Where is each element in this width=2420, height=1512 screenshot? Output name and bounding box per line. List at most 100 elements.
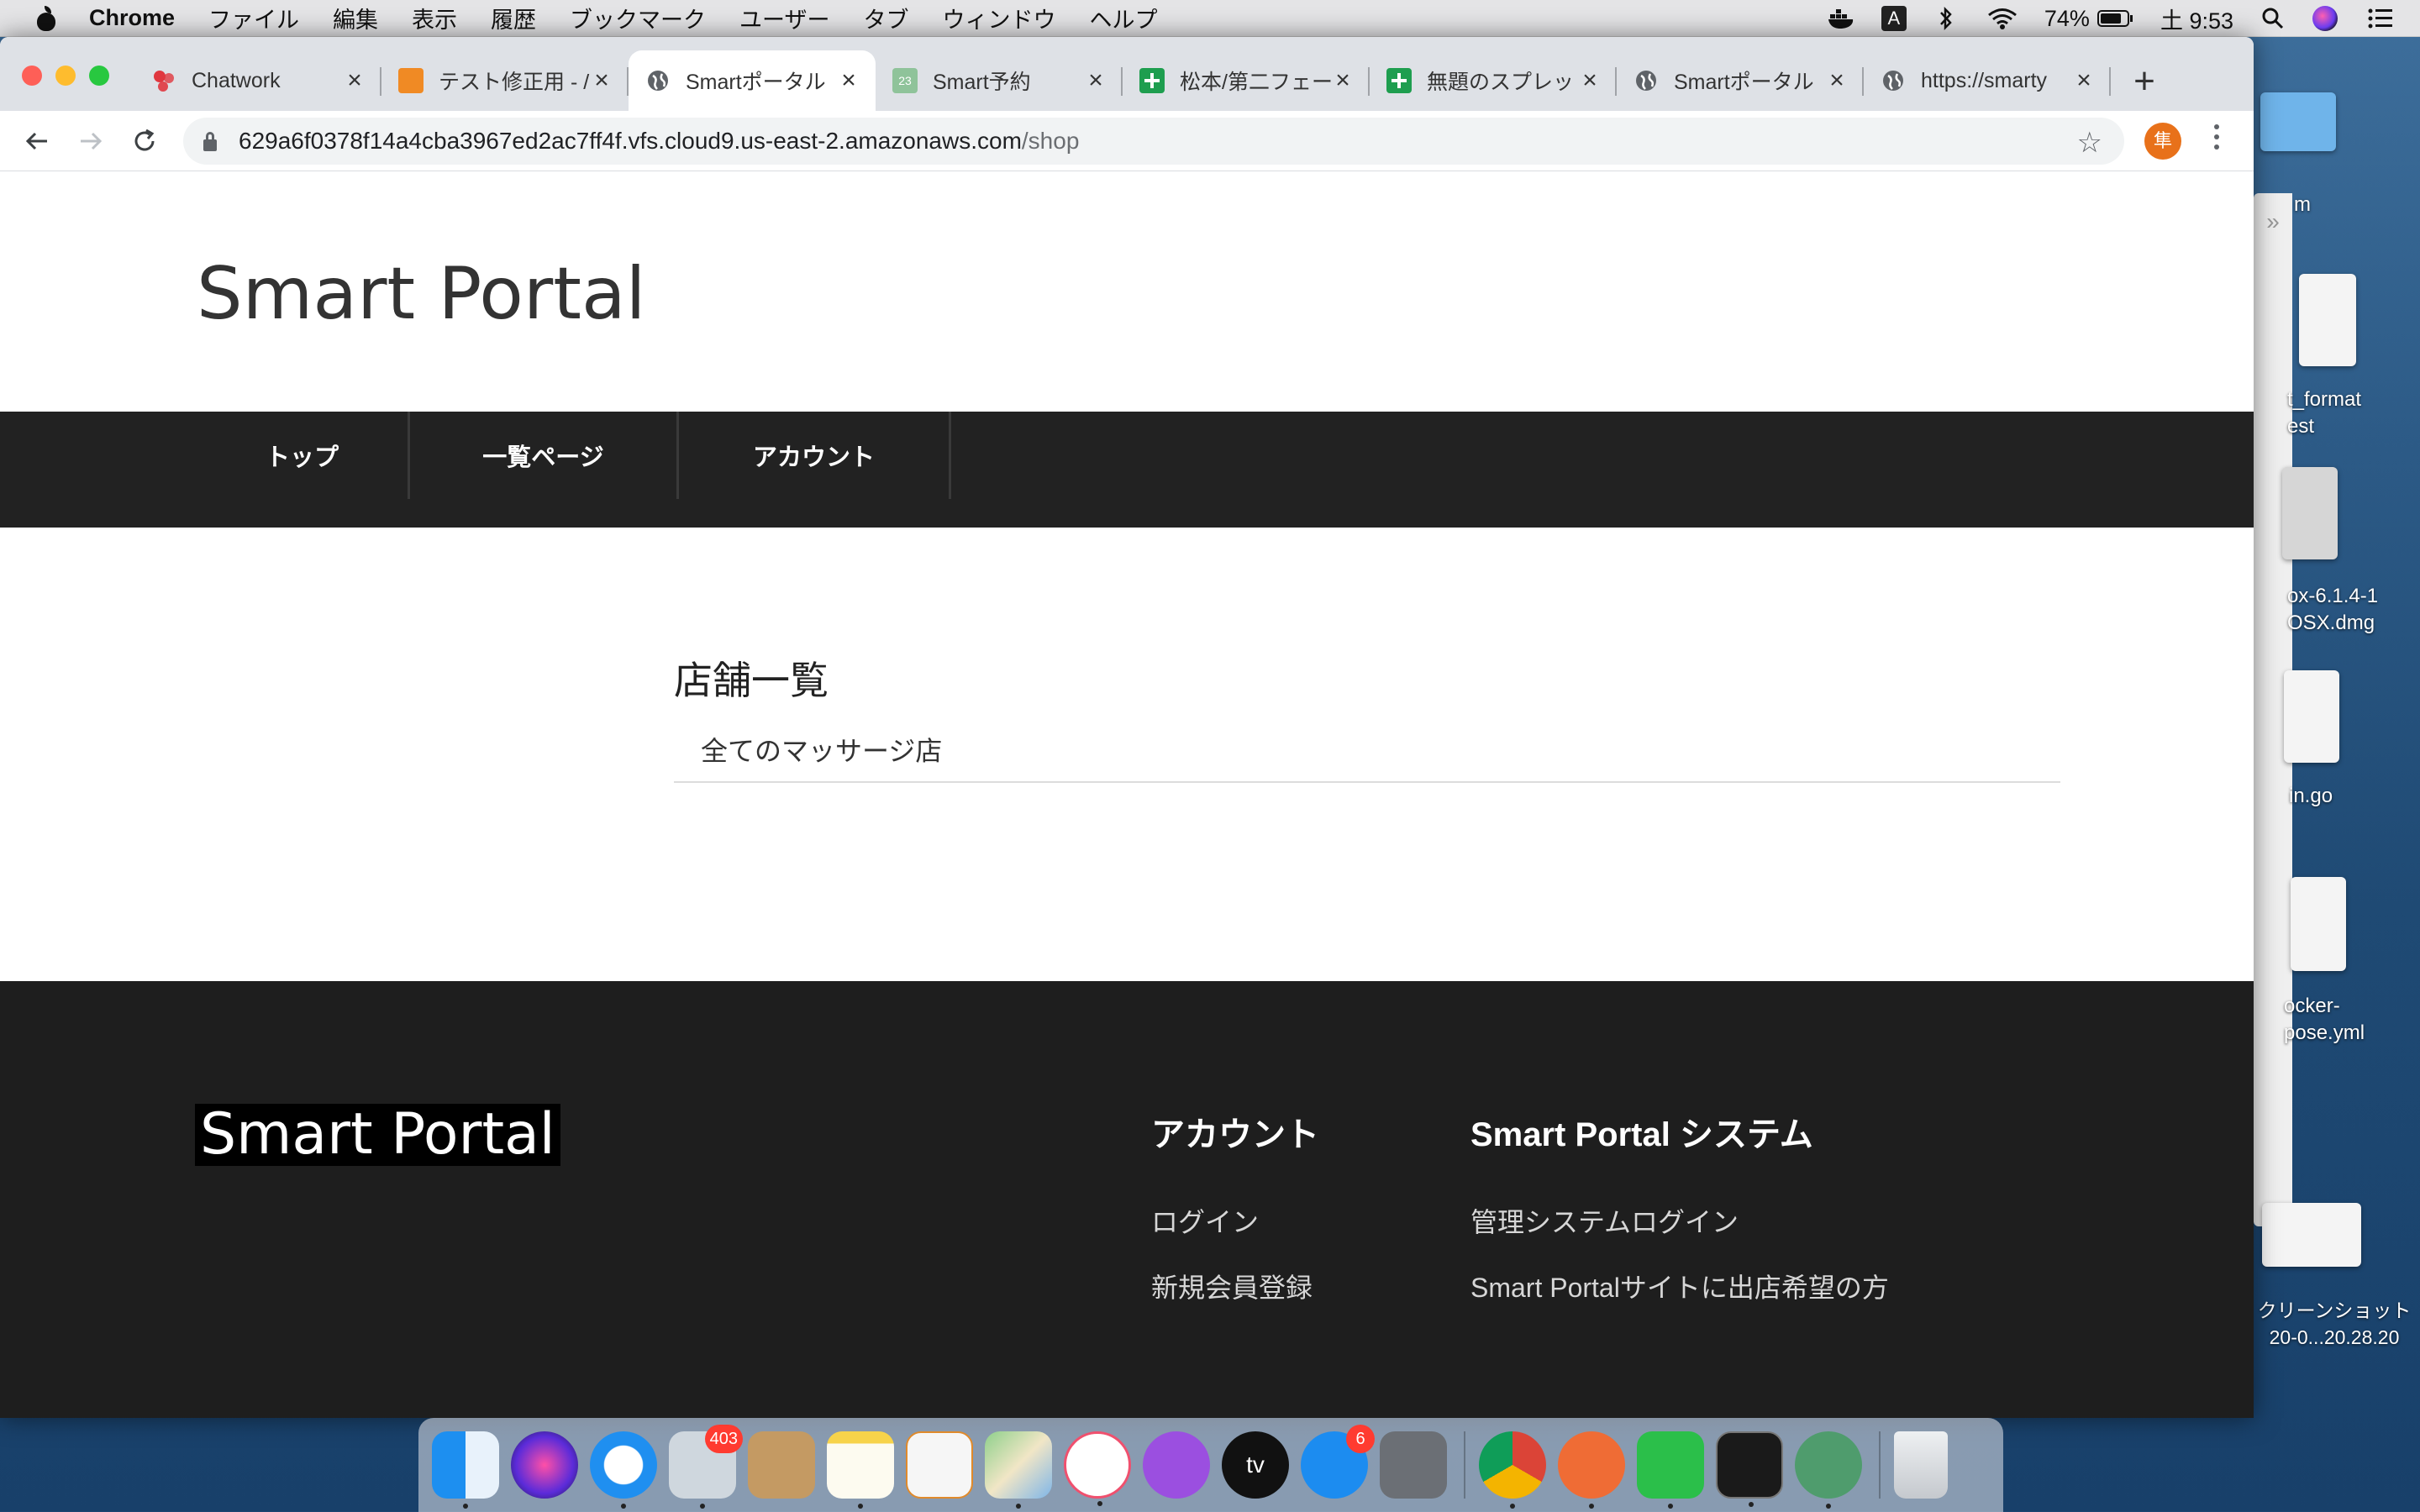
footer-shop-apply-link[interactable]: Smart Portalサイトに出店希望の方 [1470,1267,1889,1305]
footer-admin-login-link[interactable]: 管理システムログイン [1470,1201,1889,1240]
tab-close-icon[interactable]: × [2072,66,2096,95]
zoom-window-button[interactable] [89,66,109,86]
expand-chevron-icon[interactable]: » [2254,208,2292,235]
tab-close-icon[interactable]: × [590,66,613,95]
menu-bar: Chrome ファイル 編集 表示 履歴 ブックマーク ユーザー タブ ウィンド… [0,0,2420,37]
input-source-icon[interactable]: A [1881,6,1907,31]
battery-percent: 74% [2044,5,2090,31]
box-icon [398,68,424,93]
go-file-icon[interactable] [2284,670,2339,763]
desktop-file-label[interactable]: ox-6.1.4-1 OSX.dmg [2287,583,2420,637]
spotlight-search-icon[interactable] [2259,6,2287,31]
xcode-file-icon[interactable] [2291,877,2346,971]
tv-label: tv [1246,1452,1265,1478]
menu-history[interactable]: 履歴 [491,2,536,34]
wifi-icon[interactable] [1986,6,2019,31]
tab-test-fix[interactable]: テスト修正用 - / × [381,50,629,111]
tab-close-icon[interactable]: × [1331,66,1355,95]
system-preferences-icon[interactable] [1380,1431,1447,1499]
bookmark-star-icon[interactable]: ☆ [2077,126,2102,160]
numbers-file-icon[interactable] [2299,274,2356,366]
profile-avatar[interactable]: 隼 [2144,123,2181,160]
apple-tv-icon[interactable]: tv [1222,1431,1289,1499]
desktop-file-label[interactable]: クリーンショット 20-0...20.28.20 [2249,1297,2420,1351]
battery-icon[interactable] [2096,6,2135,31]
address-bar[interactable]: 629a6f0378f14a4cba3967ed2ac7ff4f.vfs.clo… [183,118,2124,165]
tab-close-icon[interactable]: × [343,66,366,95]
line-icon[interactable] [1637,1431,1704,1509]
tab-chatwork[interactable]: Chatwork × [134,50,381,111]
web-page: Smart Portal トップ 一覧ページ アカウント 店舗一覧 全てのマッサ… [0,171,2254,1418]
menu-window[interactable]: ウィンドウ [942,2,1055,34]
finder-icon[interactable] [432,1431,499,1509]
menu-view[interactable]: 表示 [412,2,457,34]
reload-button[interactable] [129,126,160,156]
site-title[interactable]: Smart Portal [197,252,646,336]
tab-sheets-untitled[interactable]: 無題のスプレッ × [1370,50,1617,111]
new-tab-button[interactable]: + [2126,60,2163,102]
menu-help[interactable]: ヘルプ [1089,2,1157,34]
footer-account-heading: アカウント [1151,1116,1319,1153]
bluetooth-icon[interactable] [1932,6,1960,31]
forward-button[interactable] [76,126,106,156]
menu-people[interactable]: ユーザー [739,2,829,34]
desktop-file-label[interactable]: in.go [2289,783,2390,810]
footer-logo[interactable]: Smart Portal [195,1104,560,1166]
trash-icon[interactable] [1894,1431,1948,1499]
menu-file[interactable]: ファイル [208,2,299,34]
desktop-file-label[interactable]: t_format est [2287,386,2420,440]
folder-icon[interactable] [2260,92,2336,151]
pages-icon[interactable] [906,1431,973,1499]
close-window-button[interactable] [22,66,42,86]
safari-icon[interactable] [590,1431,657,1509]
siri-icon[interactable] [2312,6,2341,31]
app-store-icon[interactable]: 6 [1301,1425,1375,1499]
music-icon[interactable] [1064,1431,1131,1506]
shop-list-item[interactable]: 全てのマッサージ店 [674,726,2060,783]
dmg-file-icon[interactable] [2282,467,2338,559]
minimize-window-button[interactable] [55,66,76,86]
chrome-icon[interactable] [1479,1431,1546,1509]
tab-close-icon[interactable]: × [1084,66,1107,95]
back-button[interactable] [22,126,52,156]
menu-tab[interactable]: タブ [863,2,908,34]
sheets-icon [1386,68,1412,93]
chrome-menu-icon[interactable] [2208,124,2225,158]
notes-icon[interactable] [827,1431,894,1509]
terminal-icon[interactable] [1716,1431,1783,1507]
mail-icon[interactable]: 403 [669,1425,743,1509]
tab-smart-reservation[interactable]: 23 Smart予約 × [876,50,1123,111]
maps-icon[interactable] [985,1431,1052,1509]
apple-menu-icon[interactable] [35,5,57,31]
docker-icon[interactable] [1828,6,1856,31]
postman-icon[interactable] [1558,1431,1625,1509]
tab-close-icon[interactable]: × [1825,66,1849,95]
sheets-icon [1139,68,1165,93]
contacts-icon[interactable] [748,1431,815,1499]
tab-title: Smartポータル [686,71,826,94]
tab-sheets-matsumoto[interactable]: 松本/第二フェー × [1123,50,1370,111]
tab-https-smarty[interactable]: https://smarty × [1864,50,2111,111]
tab-close-icon[interactable]: × [837,66,860,95]
podcasts-icon[interactable] [1143,1431,1210,1499]
desktop-file-label[interactable]: ocker- pose.yml [2284,993,2418,1047]
footer-login-link[interactable]: ログイン [1151,1201,1319,1240]
desktop-file-label[interactable]: m [2294,192,2344,218]
menu-bookmarks[interactable]: ブックマーク [570,2,706,34]
notification-center-icon[interactable] [2366,6,2395,31]
tab-close-icon[interactable]: × [1578,66,1602,95]
menu-clock[interactable]: 土 9:53 [2160,3,2233,35]
tab-smart-portal-active[interactable]: Smartポータル × [629,50,876,111]
siri-app-icon[interactable] [511,1431,578,1499]
tab-smart-portal-2[interactable]: Smartポータル × [1617,50,1864,111]
menu-edit[interactable]: 編集 [333,2,378,34]
atom-icon[interactable] [1795,1431,1862,1509]
nav-top[interactable]: トップ [197,412,410,499]
menu-app-name[interactable]: Chrome [89,5,175,31]
lock-icon[interactable] [202,131,218,151]
nav-account[interactable]: アカウント [679,412,951,499]
nav-list-page[interactable]: 一覧ページ [410,412,679,499]
screenshot-file-icon[interactable] [2262,1203,2361,1267]
footer-register-link[interactable]: 新規会員登録 [1151,1267,1319,1305]
main-content: 店舗一覧 全てのマッサージ店 [0,528,2254,981]
